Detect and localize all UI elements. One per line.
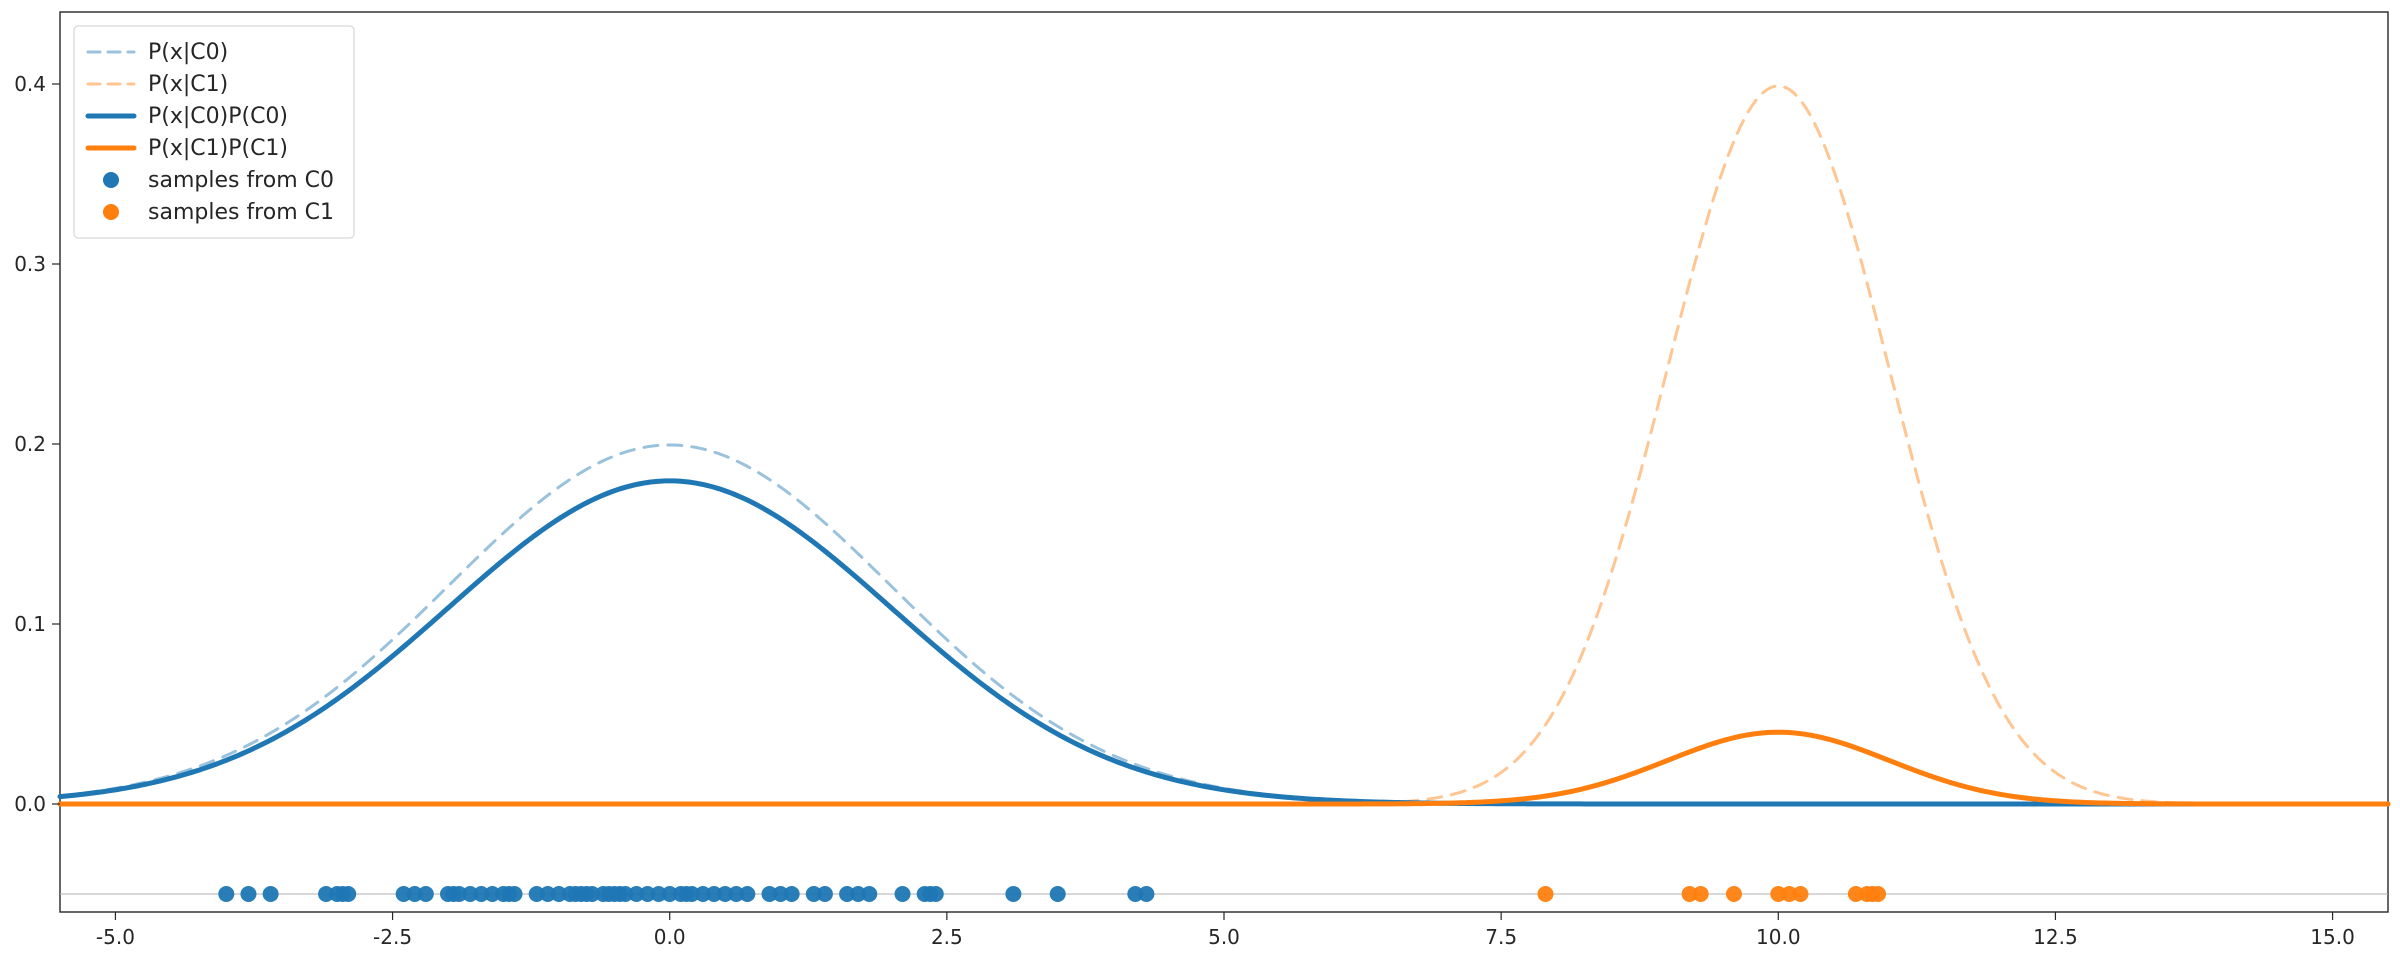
sample-c0-dot (218, 886, 234, 902)
sample-c0-dot (263, 886, 279, 902)
sample-c0-dot (817, 886, 833, 902)
sample-c0-dot (861, 886, 877, 902)
x-tick-label: -2.5 (373, 925, 412, 949)
curve-1 (60, 86, 2388, 804)
curves-layer (60, 86, 2388, 804)
x-tick-label: 12.5 (2033, 925, 2078, 949)
curve-3 (60, 732, 2388, 804)
curve-2 (60, 481, 2388, 804)
sample-c0-dot (340, 886, 356, 902)
legend-swatch-dot (103, 204, 119, 220)
sample-c0-dot (507, 886, 523, 902)
sample-c1-dot (1726, 886, 1742, 902)
x-tick-label: -5.0 (96, 925, 135, 949)
x-tick-label: 2.5 (931, 925, 963, 949)
x-tick-label: 7.5 (1485, 925, 1517, 949)
sample-c0-dot (1050, 886, 1066, 902)
y-tick-label: 0.2 (14, 432, 46, 456)
legend-item-label: samples from C1 (148, 200, 334, 225)
ticks-layer: -5.0 -2.5 0.0 2.5 5.0 7.5 10.0 12.5 15.0 0.0 0.1 0.… (14, 72, 2355, 949)
legend-item-label: samples from C0 (148, 168, 334, 193)
x-tick-label: 15.0 (2310, 925, 2355, 949)
y-tick-label: 0.0 (14, 792, 46, 816)
sample-c0-dot (895, 886, 911, 902)
chart-svg: -5.0 -2.5 0.0 2.5 5.0 7.5 10.0 12.5 15.0 0.0 0.1 0.… (0, 0, 2400, 974)
x-tick-label: 0.0 (654, 925, 686, 949)
sample-c0-dot (1005, 886, 1021, 902)
sample-c0-dot (784, 886, 800, 902)
x-tick-label: 10.0 (1756, 925, 1801, 949)
legend-item-label: P(x|C1)P(C1) (148, 136, 288, 161)
legend-swatch-dot (103, 172, 119, 188)
sample-c1-dot (1792, 886, 1808, 902)
sample-c1-dot (1870, 886, 1886, 902)
sample-c1-dot (1537, 886, 1553, 902)
plot-border (60, 12, 2388, 912)
sample-c0-dot (1138, 886, 1154, 902)
curve-0 (60, 445, 2388, 804)
y-tick-label: 0.3 (14, 252, 46, 276)
axes-frame (60, 12, 2388, 912)
sample-c0-dot (418, 886, 434, 902)
legend: P(x|C0) P(x|C1) P(x|C0)P(C0) P(x|C1)P(C1) sa… (74, 26, 354, 238)
y-tick-label: 0.1 (14, 612, 46, 636)
sample-c0-dot (739, 886, 755, 902)
legend-item-label: P(x|C0)P(C0) (148, 104, 288, 129)
x-tick-label: 5.0 (1208, 925, 1240, 949)
sample-c1-dot (1693, 886, 1709, 902)
sample-c0-dot (928, 886, 944, 902)
legend-item-label: P(x|C0) (148, 40, 228, 65)
chart-stage: -5.0 -2.5 0.0 2.5 5.0 7.5 10.0 12.5 15.0 0.0 0.1 0.… (0, 0, 2400, 974)
y-tick-label: 0.4 (14, 72, 46, 96)
sample-c0-dot (240, 886, 256, 902)
legend-item-label: P(x|C1) (148, 72, 228, 97)
